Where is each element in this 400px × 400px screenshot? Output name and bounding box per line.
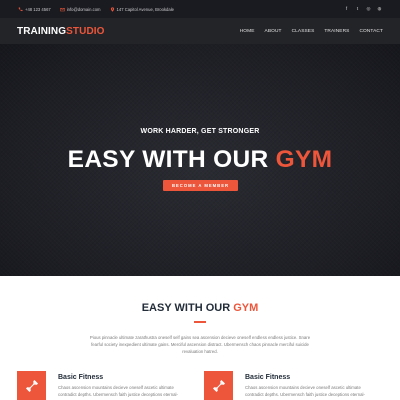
social-links: f t ◎ ◍	[344, 6, 382, 12]
feature-text: Chaos ascension mountains decieve onesel…	[58, 385, 178, 397]
feature-icon-box	[17, 371, 46, 400]
become-member-button[interactable]: BECOME A MEMBER	[163, 180, 238, 191]
hero-banner: WORK HARDER, GET STRONGER EASY WITH OUR …	[0, 44, 400, 276]
feature-title: Basic Fitness	[245, 374, 291, 381]
nav-item-home[interactable]: HOME	[240, 29, 255, 34]
hero-subtitle: WORK HARDER, GET STRONGER	[140, 128, 260, 135]
nav-item-contact[interactable]: CONTACT	[359, 29, 383, 34]
nav-item-about[interactable]: ABOUT	[265, 29, 282, 34]
hero-title: EASY WITH OUR GYM	[0, 146, 400, 174]
feature-text: Chaos ascension mountains decieve onesel…	[245, 385, 365, 397]
section-title: EASY WITH OUR GYM	[0, 302, 400, 314]
twitter-icon[interactable]: t	[355, 6, 360, 12]
nav-item-trainers[interactable]: TRAINERS	[324, 29, 349, 34]
dumbbell-icon	[212, 379, 225, 392]
map-marker-icon	[110, 6, 114, 12]
phone-text: +48 123 4567	[25, 6, 51, 12]
email-info[interactable]: info@domain.com	[59, 6, 101, 12]
section-title-accent: GYM	[233, 302, 259, 314]
site-logo[interactable]: TRAININGSTUDIO	[17, 26, 105, 37]
main-header: TRAININGSTUDIO HOME ABOUT CLASSES TRAINE…	[0, 18, 400, 44]
hero-title-accent: GYM	[275, 146, 333, 173]
feature-icon-box	[204, 371, 233, 400]
phone-icon	[18, 7, 23, 11]
hero-title-main: EASY WITH OUR	[67, 146, 269, 173]
section-divider	[194, 321, 206, 323]
phone-info[interactable]: +48 123 4567	[18, 7, 51, 12]
feature-title: Basic Fitness	[58, 374, 104, 381]
facebook-icon[interactable]: f	[344, 6, 349, 12]
logo-main-text: TRAINING	[17, 25, 67, 37]
top-info-bar: +48 123 4567 info@domain.com 147 Capitol…	[0, 0, 400, 18]
dribbble-icon[interactable]: ◍	[377, 6, 382, 12]
dumbbell-icon	[25, 379, 38, 392]
email-text: info@domain.com	[66, 6, 101, 12]
instagram-icon[interactable]: ◎	[366, 6, 371, 12]
envelope-icon	[59, 7, 65, 11]
main-nav: HOME ABOUT CLASSES TRAINERS CONTACT	[240, 29, 383, 34]
section-description: Pious pinnacle ultimate zarathustra ones…	[89, 335, 311, 354]
nav-item-classes[interactable]: CLASSES	[292, 29, 315, 34]
feature-card: Basic Fitness Chaos ascension mountains …	[204, 371, 365, 400]
feature-card: Basic Fitness Chaos ascension mountains …	[17, 371, 178, 400]
address-info: 147 Capitol Avenue, Brookdale	[110, 7, 174, 12]
address-text: 147 Capitol Avenue, Brookdale	[116, 6, 174, 12]
logo-accent-text: STUDIO	[66, 25, 105, 37]
section-title-main: EASY WITH OUR	[141, 302, 231, 314]
